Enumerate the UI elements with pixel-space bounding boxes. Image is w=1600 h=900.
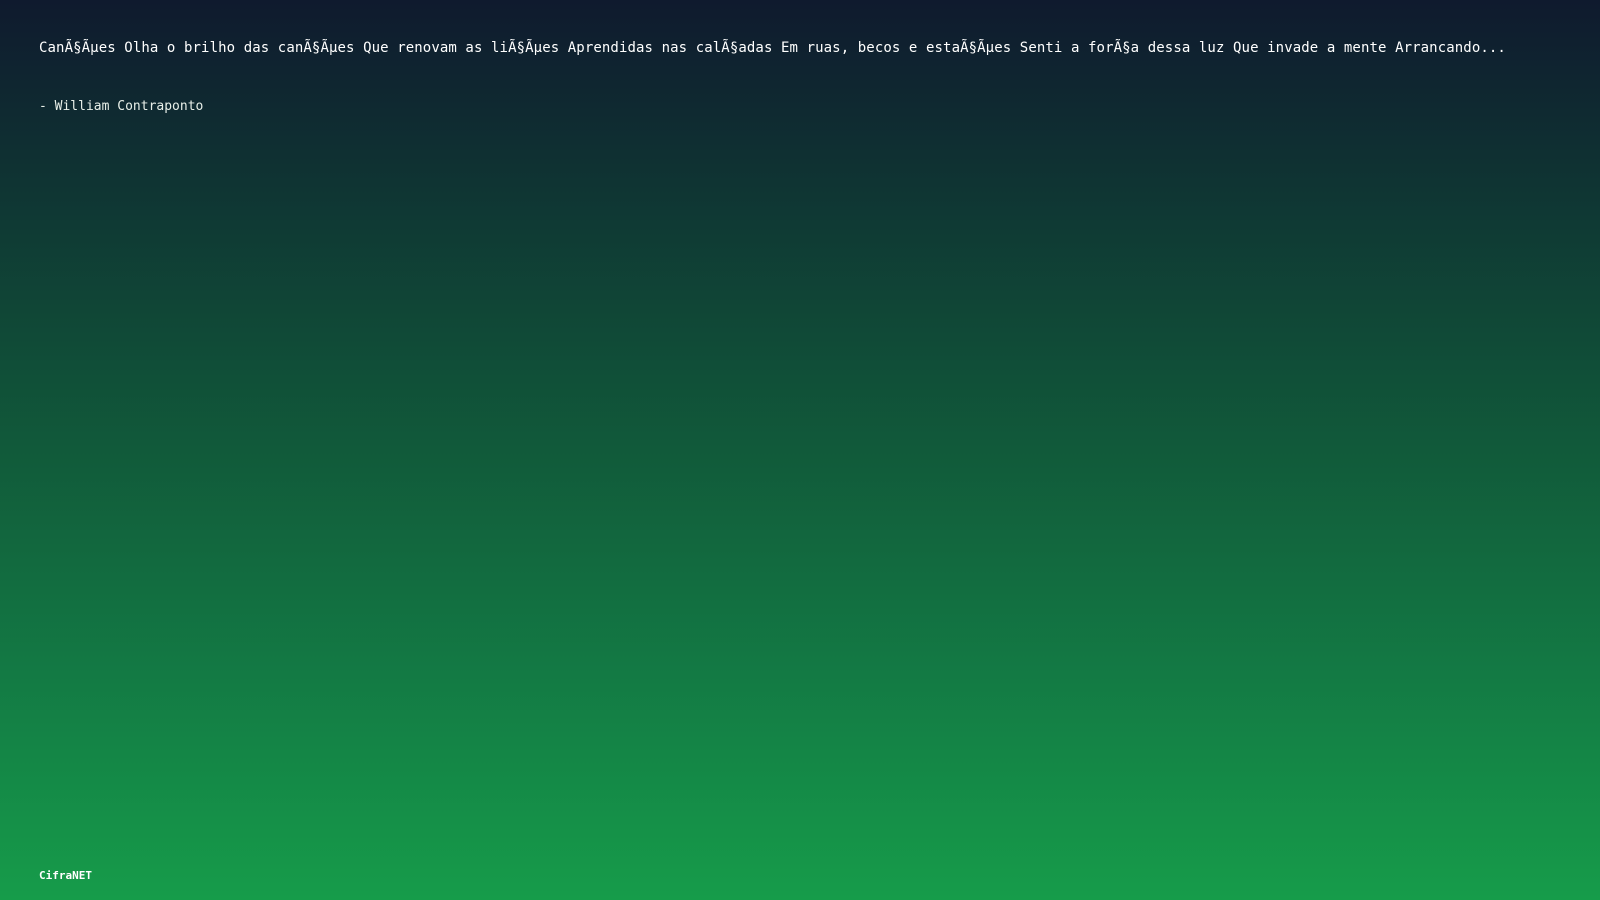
lyrics-excerpt: CanÃ§Ãµes Olha o brilho das canÃ§Ãµes Qu… [39, 40, 1506, 56]
author-credit: - William Contraponto [39, 99, 204, 114]
brand-logo-text: CifraNET [39, 869, 92, 882]
